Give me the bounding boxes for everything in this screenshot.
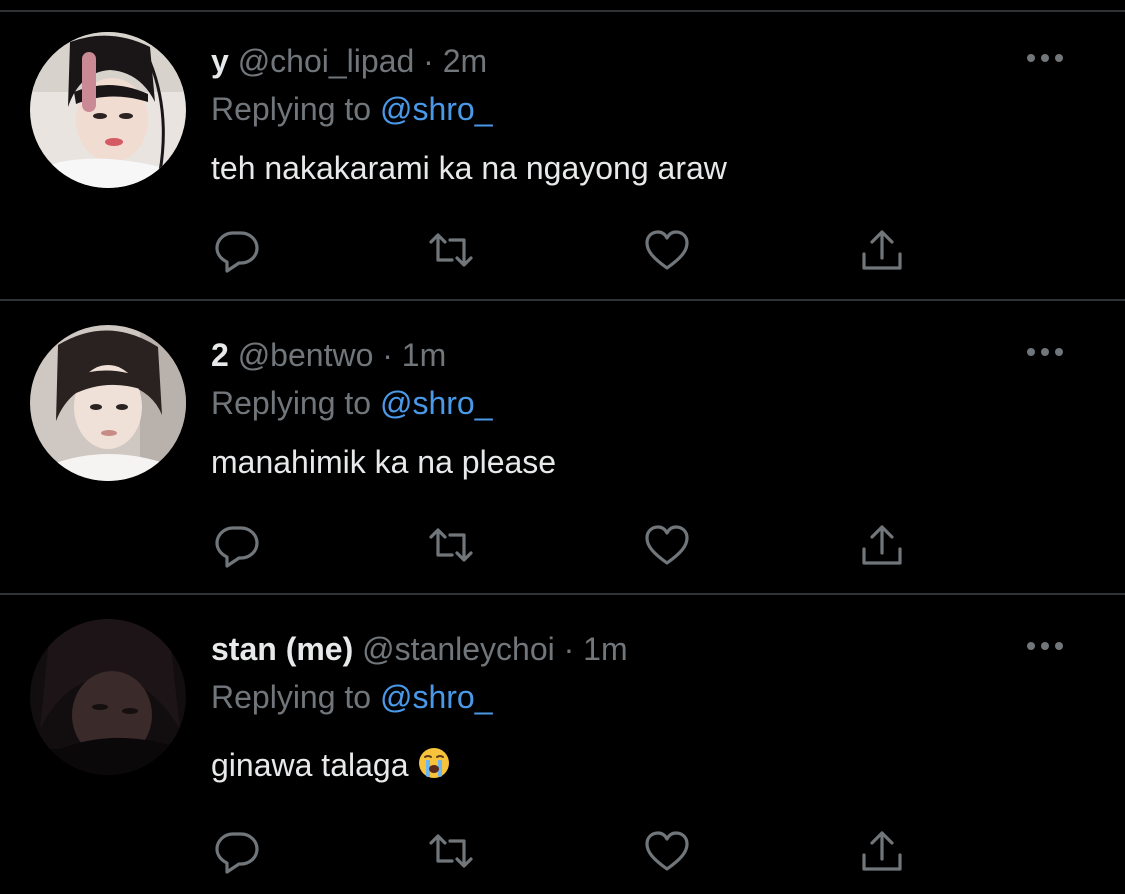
timestamp[interactable]: 1m: [583, 631, 627, 667]
heart-icon[interactable]: [643, 226, 691, 274]
more-options-icon[interactable]: [1025, 51, 1065, 65]
reply-to-link[interactable]: @shro_: [380, 385, 493, 421]
tweet[interactable]: y @choi_lipad · 2m Replying to @shro_ te…: [0, 12, 1125, 301]
tweet[interactable]: 2 @bentwo · 1m Replying to @shro_ manahi…: [0, 301, 1125, 595]
heart-icon[interactable]: [643, 521, 691, 569]
tweet-header: stan (me) @stanleychoi · 1m: [211, 629, 1085, 669]
more-options-icon[interactable]: [1025, 639, 1065, 653]
tweet-header: y @choi_lipad · 2m: [211, 41, 1085, 81]
avatar[interactable]: [30, 325, 186, 481]
timestamp[interactable]: 2m: [443, 43, 487, 79]
avatar[interactable]: [30, 619, 186, 775]
loudly-crying-face-icon: [417, 746, 451, 780]
tweet-actions: [213, 827, 913, 875]
reply-context: Replying to @shro_: [211, 677, 1085, 717]
retweet-icon[interactable]: [427, 226, 475, 274]
heart-icon[interactable]: [643, 827, 691, 875]
user-handle[interactable]: @choi_lipad: [238, 43, 415, 79]
retweet-icon[interactable]: [427, 827, 475, 875]
reply-prefix: Replying to: [211, 385, 372, 421]
user-handle[interactable]: @bentwo: [238, 337, 374, 373]
retweet-icon[interactable]: [427, 521, 475, 569]
display-name[interactable]: stan (me): [211, 631, 353, 667]
reply-to-link[interactable]: @shro_: [380, 91, 493, 127]
share-icon[interactable]: [858, 521, 906, 569]
reply-to-link[interactable]: @shro_: [380, 679, 493, 715]
tweet-actions: [213, 226, 913, 274]
display-name[interactable]: 2: [211, 337, 229, 373]
reply-prefix: Replying to: [211, 91, 372, 127]
tweet-header: 2 @bentwo · 1m: [211, 335, 1085, 375]
separator-dot: ·: [563, 631, 575, 667]
tweet-text: manahimik ka na please: [211, 444, 557, 480]
reply-context: Replying to @shro_: [211, 383, 1085, 423]
reply-icon[interactable]: [213, 827, 261, 875]
more-options-icon[interactable]: [1025, 345, 1065, 359]
share-icon[interactable]: [858, 226, 906, 274]
separator-dot: ·: [423, 43, 434, 79]
reply-prefix: Replying to: [211, 679, 372, 715]
tweet[interactable]: stan (me) @stanleychoi · 1m Replying to …: [0, 595, 1125, 894]
tweet-text: ginawa talaga: [211, 747, 409, 783]
tweet-text-container: ginawa talaga: [211, 745, 1085, 785]
user-handle[interactable]: @stanleychoi: [362, 631, 555, 667]
display-name[interactable]: y: [211, 43, 229, 79]
tweet-actions: [213, 521, 913, 569]
reply-icon[interactable]: [213, 226, 261, 274]
top-divider: [0, 0, 1125, 12]
tweet-text: teh nakakarami ka na ngayong araw: [211, 150, 727, 186]
reply-icon[interactable]: [213, 521, 261, 569]
timestamp[interactable]: 1m: [402, 337, 446, 373]
share-icon[interactable]: [858, 827, 906, 875]
avatar[interactable]: [30, 32, 186, 188]
reply-context: Replying to @shro_: [211, 89, 1085, 129]
separator-dot: ·: [382, 337, 393, 373]
